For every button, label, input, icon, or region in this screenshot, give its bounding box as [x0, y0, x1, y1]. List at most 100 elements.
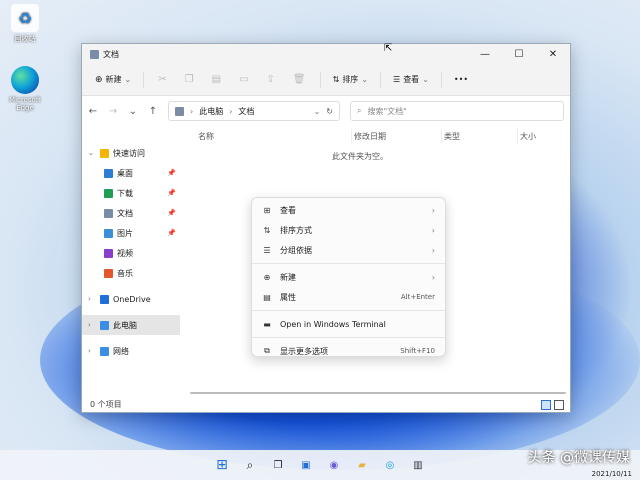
shortcut-hint: Alt+Enter: [400, 293, 435, 301]
desktop-icon: [104, 168, 113, 178]
minimize-button[interactable]: —: [468, 44, 502, 64]
column-size[interactable]: 大小: [518, 129, 564, 143]
sort-icon: ⇅: [263, 225, 271, 235]
chevron-down-icon[interactable]: ⌄: [128, 106, 138, 117]
up-arrow-icon[interactable]: ↑: [148, 106, 158, 117]
context-menu-item[interactable]: ▤ 属性 Alt+Enter: [252, 287, 445, 307]
rename-button[interactable]: ▭: [232, 70, 255, 89]
tiles-view-icon[interactable]: [554, 400, 564, 410]
shortcut-hint: Shift+F10: [400, 347, 435, 355]
address-bar[interactable]: › 此电脑 › 文档 ⌄ ↻: [168, 101, 340, 121]
chevron-icon[interactable]: ›: [88, 295, 96, 303]
chevron-right-icon: ›: [431, 225, 435, 235]
sidebar-item[interactable]: ⌄ 快速访问: [82, 143, 180, 163]
column-modified[interactable]: 修改日期: [352, 129, 442, 143]
sidebar-item[interactable]: 视频: [82, 243, 180, 263]
back-arrow-icon[interactable]: ←: [88, 106, 98, 117]
context-menu-item[interactable]: ☰ 分组依据 ›: [252, 240, 445, 260]
navigation-pane: ⌄ 快速访问 桌面 📌 下载 📌 文档 📌 图片 📌 视频 音乐 › OneDrive › 此电脑 › 网络: [82, 127, 180, 396]
delete-button[interactable]: 🗑: [286, 70, 313, 89]
context-menu-item[interactable]: ⊕ 新建 ›: [252, 267, 445, 287]
music-icon: [104, 268, 113, 278]
sidebar-item[interactable]: 文档 📌: [82, 203, 180, 223]
chevron-right-icon: ›: [431, 245, 435, 255]
download-icon: [104, 188, 113, 198]
paste-button[interactable]: ▤: [205, 70, 228, 89]
view-toggle: [541, 400, 564, 410]
rename-icon: ▭: [239, 74, 249, 85]
context-menu-item[interactable]: ⇅ 排序方式 ›: [252, 220, 445, 240]
sidebar-item[interactable]: 图片 📌: [82, 223, 180, 243]
terminal-icon: ▬: [263, 319, 271, 329]
copy-icon: ❐: [184, 74, 194, 85]
cut-button[interactable]: ✂: [151, 70, 173, 89]
divider: [380, 71, 382, 88]
more-button[interactable]: •••: [449, 71, 473, 88]
chevron-icon[interactable]: ⌄: [88, 149, 96, 157]
widgets-icon[interactable]: ▣: [297, 456, 315, 474]
forward-arrow-icon[interactable]: →: [108, 106, 118, 117]
sidebar-item[interactable]: › OneDrive: [82, 289, 180, 309]
sidebar-item-label: 图片: [117, 228, 133, 238]
breadcrumb-documents[interactable]: 文档: [238, 106, 254, 117]
desktop-icon-edge[interactable]: Microsoft Edge: [0, 66, 50, 112]
sidebar-item-label: 网络: [113, 346, 129, 356]
search-box[interactable]: ⌕ 搜索"文档": [350, 101, 564, 121]
search-icon[interactable]: ⌕: [241, 456, 259, 474]
view-button[interactable]: ☰ 查看 ⌄: [388, 70, 434, 89]
video-icon: [104, 248, 113, 258]
refresh-icon[interactable]: ↻: [326, 107, 333, 116]
chevron-icon[interactable]: ›: [88, 347, 96, 355]
column-name[interactable]: 名称: [198, 129, 352, 143]
context-menu-label: 新建: [280, 272, 296, 282]
context-menu-label: 属性: [280, 292, 296, 302]
search-icon: ⌕: [357, 106, 362, 115]
file-explorer-icon[interactable]: ▰: [353, 456, 371, 474]
chevron-down-icon: ⌄: [422, 75, 429, 84]
start-icon[interactable]: ⊞: [213, 456, 231, 474]
sort-icon: ⇅: [332, 75, 340, 84]
context-menu-item[interactable]: ⧉ 显示更多选项 Shift+F10: [252, 341, 445, 361]
sidebar-item-label: 下载: [117, 188, 133, 198]
sidebar-item[interactable]: 音乐: [82, 263, 180, 283]
desktop-icon-recycle-bin[interactable]: ♻ 回收站: [0, 4, 50, 44]
desktop-icon-label: 回收站: [14, 35, 36, 43]
sidebar-item[interactable]: › 网络: [82, 341, 180, 361]
maximize-button[interactable]: ☐: [502, 44, 536, 64]
sidebar-item[interactable]: › 此电脑: [82, 315, 180, 335]
details-view-icon[interactable]: [541, 400, 551, 410]
chat-icon[interactable]: ◉: [325, 456, 343, 474]
task-view-icon[interactable]: ❐: [269, 456, 287, 474]
item-count: 0 个项目: [90, 399, 122, 409]
chevron-down-icon[interactable]: ⌄: [314, 107, 321, 116]
pin-icon: 📌: [167, 229, 176, 237]
edge-icon[interactable]: ◎: [381, 456, 399, 474]
column-type[interactable]: 类型: [442, 129, 518, 143]
sort-button[interactable]: ⇅ 排序 ⌄: [328, 70, 373, 89]
properties-icon: ▤: [263, 292, 271, 302]
chevron-icon[interactable]: ›: [88, 321, 96, 329]
sidebar-item-label: 视频: [117, 248, 133, 258]
new-button[interactable]: ⊕ 新建 ⌄: [90, 70, 136, 89]
horizontal-scrollbar[interactable]: [190, 392, 566, 394]
sidebar-item-label: 桌面: [117, 168, 133, 178]
sidebar-item-label: 此电脑: [113, 320, 137, 330]
copy-button[interactable]: ❐: [178, 70, 201, 89]
pin-icon: 📌: [167, 209, 176, 217]
store-icon[interactable]: ▥: [409, 456, 427, 474]
title-bar[interactable]: 文档 — ☐ ✕: [82, 44, 570, 64]
sidebar-item[interactable]: 下载 📌: [82, 183, 180, 203]
context-menu-item[interactable]: ⊞ 查看 ›: [252, 200, 445, 220]
divider: [319, 71, 321, 88]
paste-icon: ▤: [211, 74, 222, 85]
sidebar-item[interactable]: 桌面 📌: [82, 163, 180, 183]
divider: [143, 71, 145, 88]
context-menu-label: 分组依据: [280, 245, 312, 255]
context-menu-item[interactable]: ▬ Open in Windows Terminal: [252, 314, 445, 334]
share-button[interactable]: ⇪: [260, 70, 282, 89]
breadcrumb-this-pc[interactable]: 此电脑: [199, 106, 223, 117]
mouse-cursor-icon: ⇱: [384, 43, 393, 54]
close-button[interactable]: ✕: [536, 44, 570, 64]
clock-date: 2021/10/11: [591, 470, 632, 478]
cloud-icon: [100, 294, 109, 304]
